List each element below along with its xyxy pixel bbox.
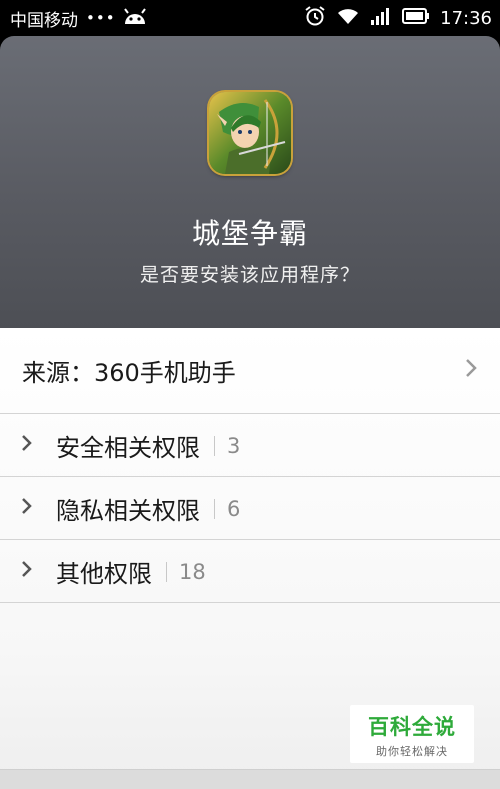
wifi-icon (336, 6, 360, 31)
permission-count: 3 (227, 433, 241, 458)
install-header: 城堡争霸 是否要安装该应用程序？ (0, 36, 500, 328)
permission-row-security[interactable]: 安全相关权限 3 (0, 415, 500, 477)
status-bar: 中国移动 ••• 17:36 (0, 0, 500, 36)
android-icon (122, 6, 148, 31)
permission-row-other[interactable]: 其他权限 18 (0, 541, 500, 603)
watermark-subtitle: 助你轻松解决 (376, 745, 448, 758)
divider (214, 435, 215, 456)
battery-icon (402, 7, 430, 30)
permission-label: 其他权限 (56, 560, 152, 588)
watermark-title: 百科全说 (368, 715, 456, 739)
bottom-action-bar[interactable] (0, 769, 500, 789)
carrier-label: 中国移动 (10, 10, 78, 31)
divider (166, 561, 167, 582)
watermark-logo: 百科全说 助你轻松解决 (350, 705, 474, 763)
permission-count: 18 (179, 559, 206, 584)
permission-label: 安全相关权限 (56, 434, 200, 462)
install-question: 是否要安装该应用程序？ (139, 264, 360, 286)
chevron-right-icon (20, 433, 56, 458)
status-dots: ••• (86, 9, 116, 27)
signal-icon (370, 6, 392, 31)
clock-time: 17:36 (440, 7, 492, 29)
source-row[interactable]: 来源：360手机助手 (0, 328, 500, 414)
app-name: 城堡争霸 (191, 217, 308, 250)
app-icon (209, 92, 291, 174)
divider (214, 498, 215, 519)
source-label: 来源：360手机助手 (22, 359, 236, 387)
permissions-panel: 来源：360手机助手 安全相关权限 3 隐私相关权限 6 其他权限 18 百科全… (0, 328, 500, 789)
chevron-right-icon (20, 496, 56, 521)
chevron-right-icon (464, 357, 478, 385)
permission-count: 6 (227, 496, 241, 521)
permission-label: 隐私相关权限 (56, 497, 200, 525)
chevron-right-icon (20, 559, 56, 584)
alarm-icon (304, 5, 326, 32)
permission-row-privacy[interactable]: 隐私相关权限 6 (0, 478, 500, 540)
